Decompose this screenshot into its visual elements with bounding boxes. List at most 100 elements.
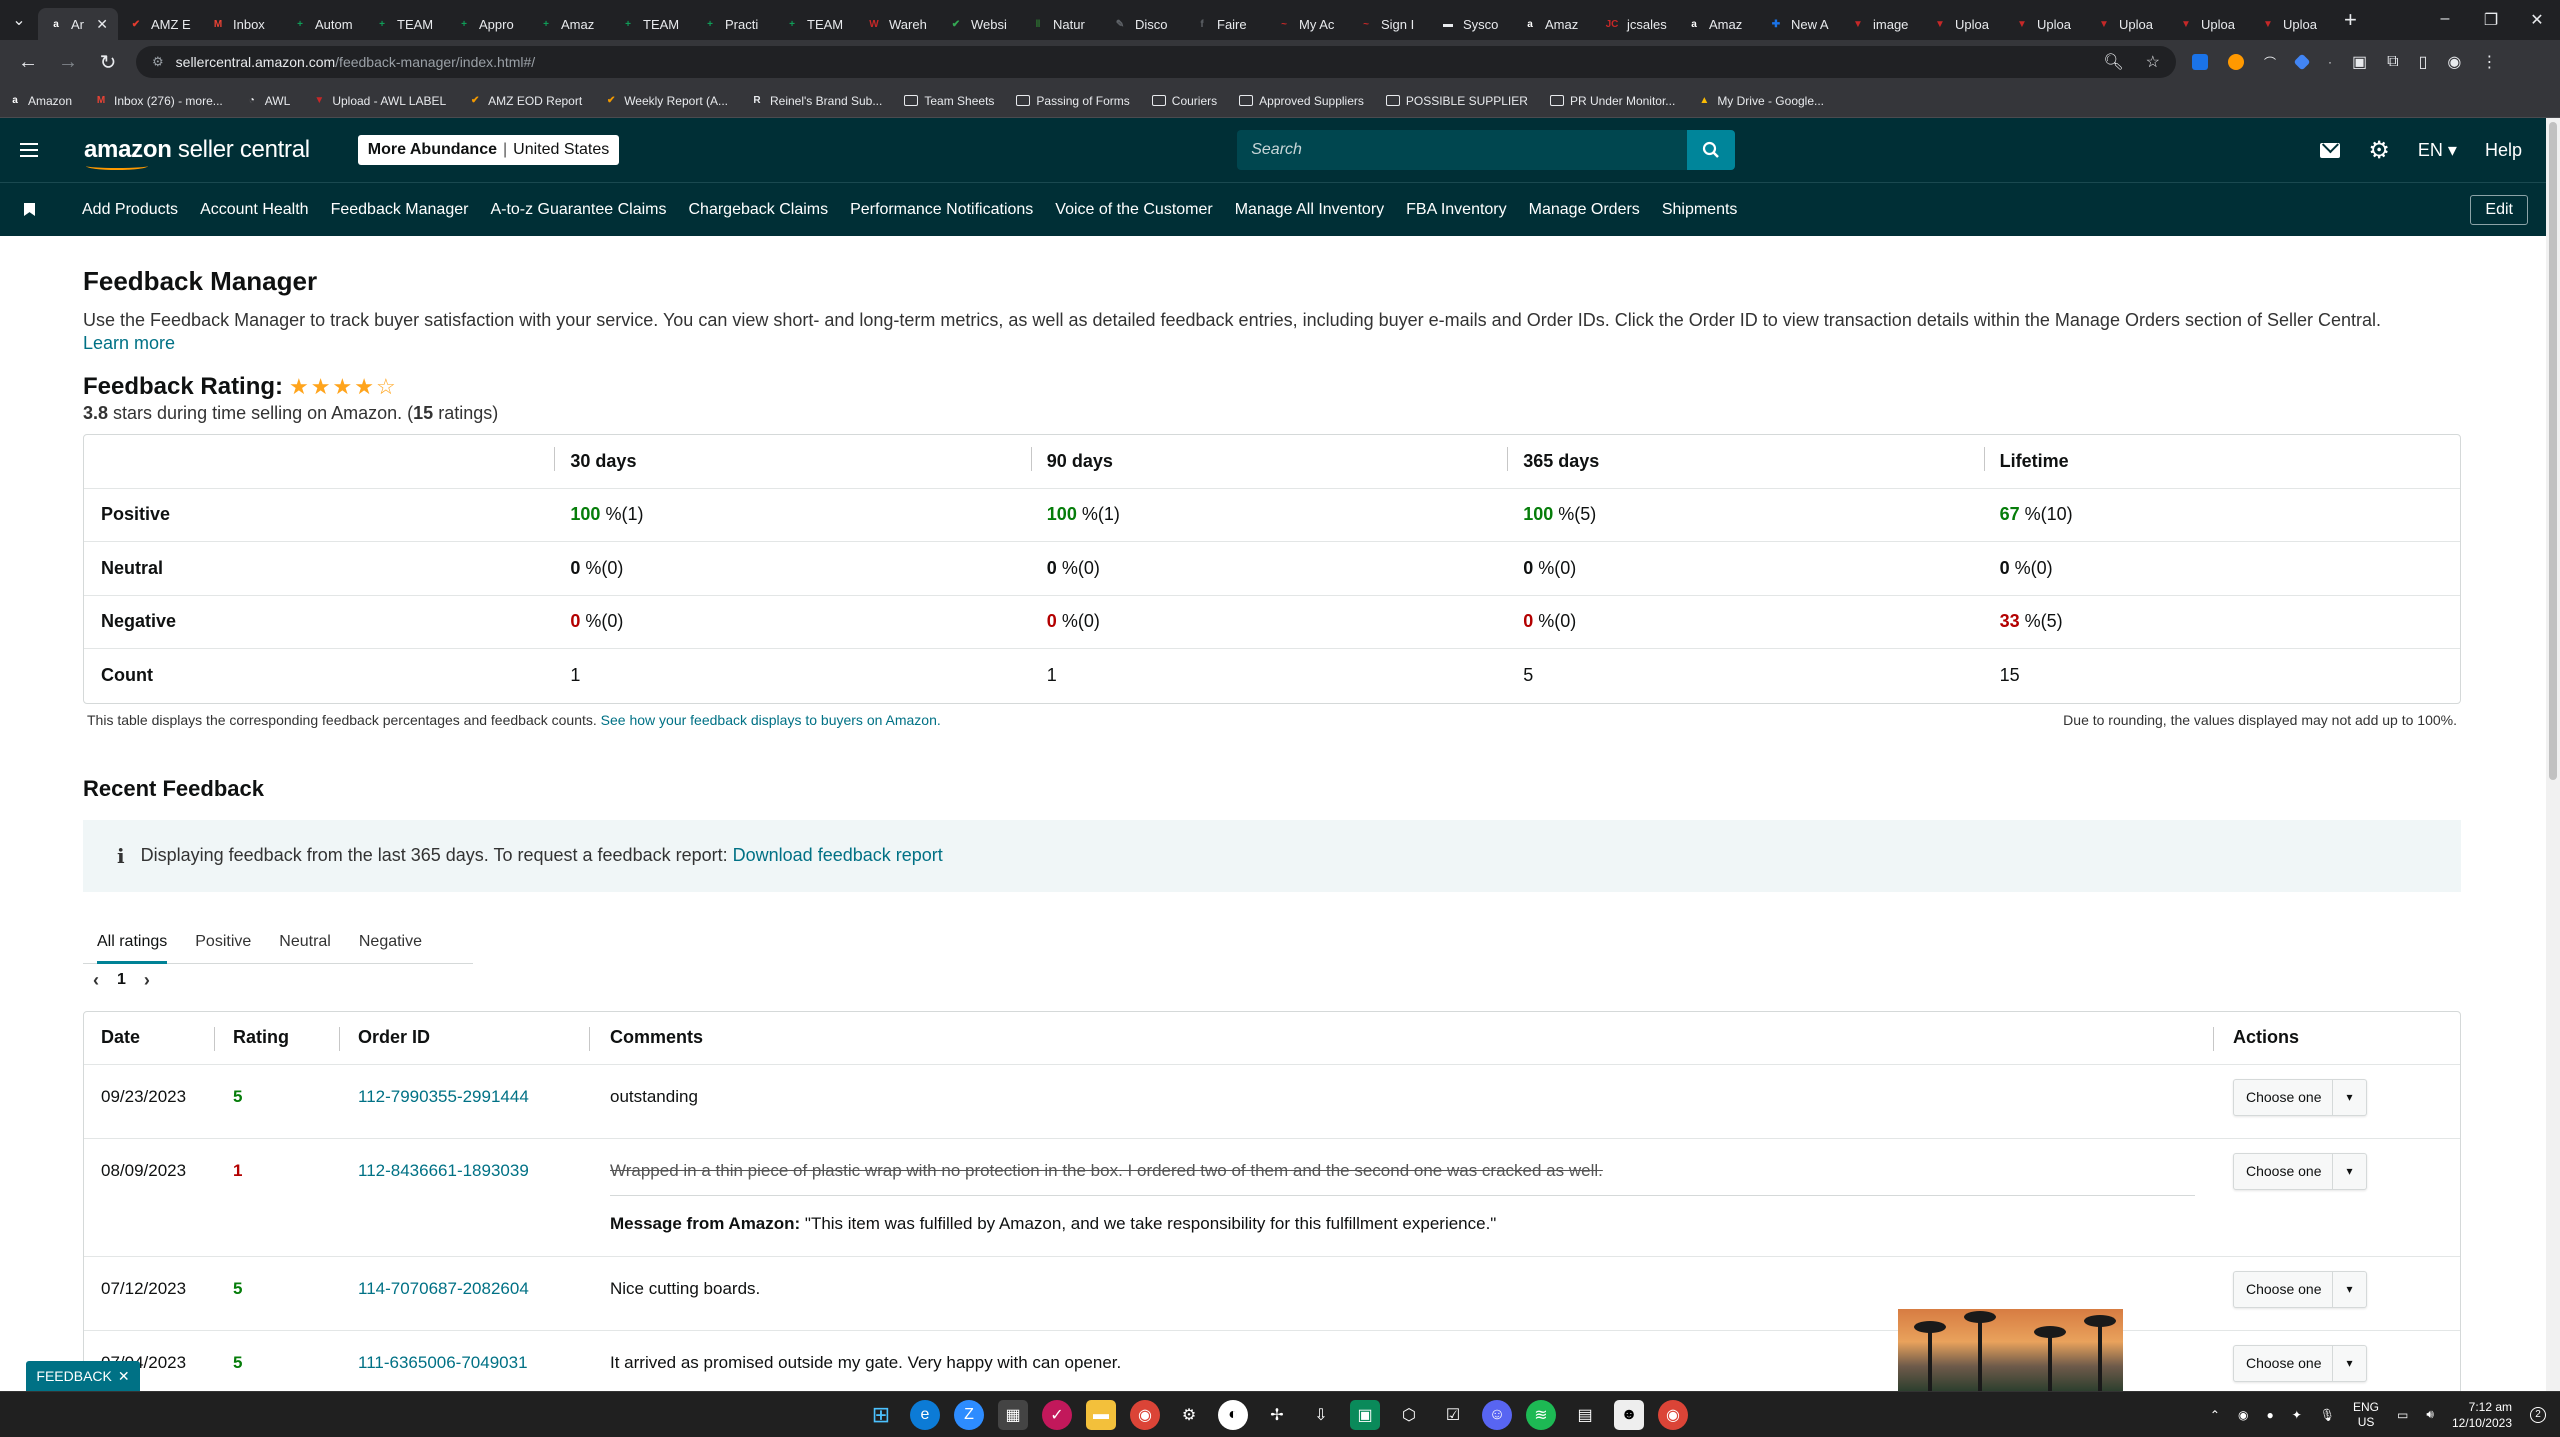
browser-tab[interactable]: JC jcsales (1594, 8, 1676, 40)
tab-neutral[interactable]: Neutral (265, 920, 345, 964)
help-link[interactable]: Help (2485, 140, 2522, 161)
extensions-puzzle-icon[interactable]: ⧉ (2387, 53, 2398, 71)
feedback-widget-button[interactable]: FEEDBACK ✕ (26, 1361, 140, 1391)
browser-tab[interactable]: a Amaz (1676, 8, 1758, 40)
actions-dropdown[interactable]: Choose one ▾ (2233, 1078, 2367, 1116)
seller-central-logo[interactable]: amazon seller central (84, 136, 310, 170)
app-icon[interactable]: ✢ (1262, 1400, 1292, 1430)
discord-icon[interactable]: ☺ (1482, 1399, 1512, 1430)
tab-all-ratings[interactable]: All ratings (83, 920, 181, 964)
browser-tab[interactable]: ▼ Uploa (2250, 8, 2332, 40)
close-tab-icon[interactable]: ✕ (96, 16, 108, 33)
buyer-display-link[interactable]: See how your feedback displays to buyers… (601, 712, 941, 728)
spotify-icon[interactable]: ≋ (1526, 1399, 1556, 1430)
windows-start-icon[interactable]: ⊞ (866, 1400, 896, 1430)
bookmark-item[interactable]: Approved Suppliers (1239, 94, 1364, 108)
hamburger-menu-icon[interactable] (0, 143, 56, 157)
nav-link[interactable]: Shipments (1662, 201, 1738, 219)
bookmark-star-icon[interactable]: ☆ (2146, 52, 2160, 72)
bookmark-item[interactable]: a Amazon (8, 94, 72, 108)
current-page[interactable]: 1 (117, 971, 126, 989)
learn-more-link[interactable]: Learn more (83, 333, 175, 353)
bookmark-item[interactable]: Team Sheets (904, 94, 994, 108)
chrome-icon[interactable]: ◉ (1130, 1399, 1160, 1430)
browser-tab[interactable]: + Amaz (528, 8, 610, 40)
browser-tab[interactable]: W Wareh (856, 8, 938, 40)
file-explorer-icon[interactable]: ▬ (1086, 1399, 1116, 1430)
browser-tab[interactable]: ▼ Uploa (2168, 8, 2250, 40)
chevron-down-icon[interactable]: ▾ (2332, 1079, 2366, 1115)
bookmark-item[interactable]: ◔ AWL (245, 94, 291, 108)
app-icon[interactable]: ⬡ (1394, 1400, 1424, 1430)
actions-dropdown[interactable]: Choose one ▾ (2233, 1270, 2367, 1308)
browser-tab[interactable]: ✎ Disco (1102, 8, 1184, 40)
browser-tab[interactable]: a Ar ✕ (38, 8, 118, 40)
chevron-down-icon[interactable]: ▾ (2332, 1271, 2366, 1307)
url-field[interactable]: ⚙ sellercentral.amazon.com/feedback-mana… (136, 46, 2176, 78)
browser-tab[interactable]: + Appro (446, 8, 528, 40)
download-report-link[interactable]: Download feedback report (733, 845, 943, 866)
tray-overflow-icon[interactable]: ⌃ (2210, 1408, 2220, 1422)
calculator-icon[interactable]: ▦ (998, 1399, 1028, 1430)
app-icon[interactable]: ▣ (1350, 1399, 1380, 1430)
browser-tab[interactable]: ✔ Websi (938, 8, 1020, 40)
browser-tab[interactable]: + TEAM (364, 8, 446, 40)
profile-icon[interactable]: ◉ (2447, 52, 2461, 72)
browser-tab[interactable]: ~ Sign I (1348, 8, 1430, 40)
nav-link[interactable]: FBA Inventory (1406, 201, 1507, 219)
order-id-link[interactable]: 114-7070687-2082604 (358, 1279, 529, 1298)
zoom-icon[interactable]: 🔍︎ (2103, 52, 2123, 72)
edit-nav-button[interactable]: Edit (2470, 194, 2528, 225)
extension-icon[interactable]: · (2328, 55, 2332, 69)
language-indicator[interactable]: ENG US (2353, 1400, 2379, 1430)
browser-tab[interactable]: ‖ Natur (1020, 8, 1102, 40)
browser-tab[interactable]: M Inbox (200, 8, 282, 40)
clock[interactable]: 7:12 am 12/10/2023 (2452, 1399, 2512, 1431)
tab-positive[interactable]: Positive (181, 920, 265, 964)
reload-icon[interactable]: ↻ (88, 50, 128, 75)
browser-tab[interactable]: ✔ AMZ E (118, 8, 200, 40)
settings-gear-icon[interactable]: ⚙ (2368, 136, 2390, 165)
nav-link[interactable]: Voice of the Customer (1055, 201, 1212, 219)
bookmark-item[interactable]: Couriers (1151, 94, 1217, 108)
app-icon[interactable]: ⇩ (1306, 1400, 1336, 1430)
side-panel-icon[interactable]: ▯ (2419, 52, 2428, 72)
bookmark-item[interactable]: ✔ Weekly Report (A... (604, 94, 728, 108)
floating-video-thumbnail[interactable] (1898, 1309, 2123, 1391)
browser-tab[interactable]: + TEAM (774, 8, 856, 40)
tray-app-icon[interactable]: ◉ (2238, 1408, 2248, 1422)
close-icon[interactable]: ✕ (118, 1368, 130, 1385)
browser-tab[interactable]: + Practi (692, 8, 774, 40)
browser-tab[interactable]: ▼ Uploa (2004, 8, 2086, 40)
browser-tab[interactable]: + Autom (282, 8, 364, 40)
nav-link[interactable]: Manage Orders (1529, 201, 1640, 219)
order-id-link[interactable]: 111-6365006-7049031 (358, 1353, 528, 1372)
extension-icon[interactable] (2293, 53, 2311, 71)
order-id-link[interactable]: 112-8436661-1893039 (358, 1161, 529, 1180)
bookmark-item[interactable]: R Reinel's Brand Sub... (750, 94, 882, 108)
bookmark-item[interactable]: ▲ My Drive - Google... (1697, 94, 1824, 108)
nav-link[interactable]: Account Health (200, 201, 309, 219)
network-icon[interactable]: ▭ (2397, 1408, 2408, 1422)
extension-icon[interactable] (2192, 54, 2208, 70)
volume-icon[interactable]: 🔊︎ (2426, 1407, 2434, 1422)
chevron-down-icon[interactable]: ▾ (2332, 1153, 2366, 1189)
browser-tab[interactable]: + TEAM (610, 8, 692, 40)
restore-icon[interactable]: ❐ (2468, 10, 2514, 30)
nav-link[interactable]: Chargeback Claims (689, 201, 829, 219)
microphone-icon[interactable]: 🎙︎ (2320, 1408, 2335, 1422)
nav-link[interactable]: A-to-z Guarantee Claims (490, 201, 666, 219)
chrome-icon[interactable]: ◉ (1658, 1399, 1688, 1430)
chrome-menu-icon[interactable]: ⋮ (2481, 52, 2497, 72)
bookmark-item[interactable]: ✔ AMZ EOD Report (468, 94, 582, 108)
app-icon[interactable]: ▤ (1570, 1400, 1600, 1430)
app-icon[interactable]: ◐ (1218, 1399, 1248, 1430)
nav-link[interactable]: Feedback Manager (331, 201, 469, 219)
app-icon[interactable]: ☑ (1438, 1400, 1468, 1430)
order-id-link[interactable]: 112-7990355-2991444 (358, 1087, 529, 1106)
bookmark-item[interactable]: PR Under Monitor... (1549, 94, 1675, 108)
settings-icon[interactable]: ⚙ (1174, 1400, 1204, 1430)
browser-tab[interactable]: ✚ New A (1758, 8, 1840, 40)
edge-icon[interactable]: e (910, 1399, 940, 1430)
browser-tab[interactable]: a Amaz (1512, 8, 1594, 40)
